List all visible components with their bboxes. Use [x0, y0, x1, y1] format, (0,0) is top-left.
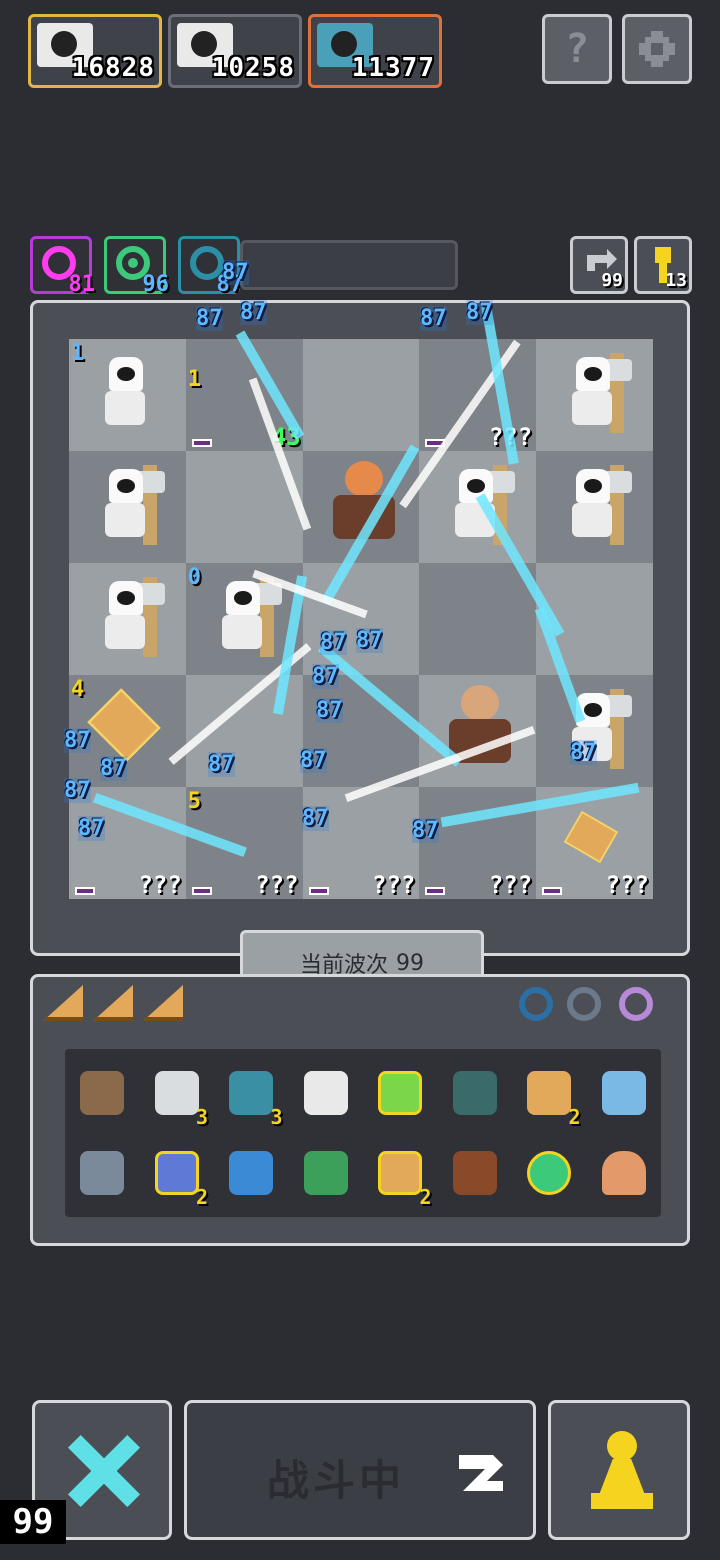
- item-slot[interactable]: [512, 1133, 587, 1213]
- map-icon: [378, 1151, 423, 1195]
- scroll-icon: [154, 1071, 199, 1115]
- damage-number: 87: [222, 260, 249, 285]
- feather-icon: [303, 1071, 348, 1115]
- damage-number: 87: [302, 806, 329, 831]
- item-grid: 3 3 2 2 2: [65, 1049, 661, 1217]
- item-slot[interactable]: [587, 1053, 662, 1133]
- molecule-icon: [601, 1071, 646, 1115]
- wave-number: 99: [396, 950, 424, 976]
- items-panel: 3 3 2 2 2: [30, 974, 690, 1246]
- ring-gray-icon[interactable]: [567, 987, 601, 1021]
- battle-status-button[interactable]: 战斗中: [184, 1400, 536, 1540]
- magnet-icon: [154, 1151, 199, 1195]
- fps-counter: 99: [0, 1500, 66, 1544]
- damage-number: 87: [208, 752, 235, 777]
- item-slot[interactable]: [587, 1133, 662, 1213]
- trophy-icon: [527, 1071, 572, 1115]
- item-slot[interactable]: 3: [140, 1053, 215, 1133]
- damage-number: 87: [196, 306, 223, 331]
- speed-arrow-icon: [459, 1455, 503, 1491]
- damage-number: 87: [466, 300, 493, 325]
- orb-icon: [527, 1151, 572, 1195]
- pawn-icon: [587, 1427, 657, 1519]
- item-slot[interactable]: [438, 1053, 513, 1133]
- ring-blue-icon[interactable]: [519, 987, 553, 1021]
- crossed-swords-icon: [65, 1433, 141, 1509]
- item-slot[interactable]: [65, 1053, 140, 1133]
- item-slot[interactable]: [289, 1133, 364, 1213]
- ring-purple-icon[interactable]: [619, 987, 653, 1021]
- ticket-icon: [229, 1151, 274, 1195]
- damage-number: 87: [240, 300, 267, 325]
- pawn-button[interactable]: [548, 1400, 690, 1540]
- damage-layer: 87 87 87 87 87 87 87 87 87 87 87 87 87 8…: [0, 0, 720, 1000]
- hammer-icon: [80, 1071, 125, 1115]
- ore-icon: [80, 1151, 125, 1195]
- damage-number: 87: [312, 664, 339, 689]
- damage-number: 87: [320, 630, 347, 655]
- item-slot[interactable]: [363, 1053, 438, 1133]
- item-slot[interactable]: [214, 1133, 289, 1213]
- damage-number: 87: [100, 756, 127, 781]
- damage-number: 87: [316, 698, 343, 723]
- damage-number: 87: [64, 778, 91, 803]
- damage-number: 87: [570, 740, 597, 765]
- damage-number: 87: [78, 816, 105, 841]
- damage-number: 87: [356, 628, 383, 653]
- shard-icon[interactable]: [143, 985, 183, 1021]
- potion-icon: [378, 1071, 423, 1115]
- item-slot[interactable]: 2: [363, 1133, 438, 1213]
- damage-number: 87: [412, 818, 439, 843]
- battle-label: 战斗中: [267, 1456, 406, 1505]
- bullet-icon: [601, 1151, 646, 1195]
- item-slot[interactable]: [289, 1053, 364, 1133]
- damage-number: 87: [420, 306, 447, 331]
- chest-icon: [452, 1151, 497, 1195]
- damage-number: 87: [300, 748, 327, 773]
- heart-gem-icon: [229, 1071, 274, 1115]
- bin-icon: [303, 1151, 348, 1195]
- damage-number: 87: [64, 728, 91, 753]
- shard-icon[interactable]: [93, 985, 133, 1021]
- shard-icon[interactable]: [43, 985, 83, 1021]
- gauntlet-icon: [452, 1071, 497, 1115]
- item-slot[interactable]: 3: [214, 1053, 289, 1133]
- item-slot[interactable]: 2: [140, 1133, 215, 1213]
- item-slot[interactable]: [438, 1133, 513, 1213]
- item-slot[interactable]: [65, 1133, 140, 1213]
- item-slot[interactable]: 2: [512, 1053, 587, 1133]
